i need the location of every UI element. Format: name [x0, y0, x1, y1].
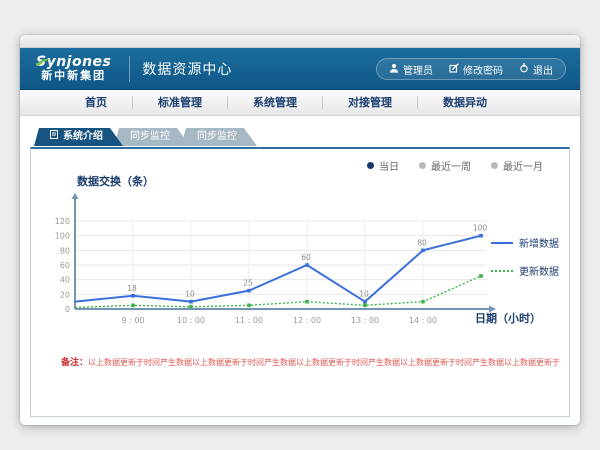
logout-label: 退出	[533, 62, 553, 77]
company-logo: Synjones 新中新集团	[30, 55, 117, 82]
data-point	[421, 249, 425, 253]
logout-button[interactable]: 退出	[519, 62, 553, 77]
logo-text-cn: 新中新集团	[36, 70, 111, 82]
svg-text:0: 0	[65, 305, 70, 314]
data-label: 100	[473, 224, 488, 233]
header-divider	[129, 56, 130, 82]
data-point	[189, 305, 193, 309]
radio-today[interactable]: 当日	[367, 158, 399, 173]
data-point	[131, 294, 135, 298]
tab-sync-monitor-1[interactable]: 同步监控	[114, 128, 190, 146]
data-point	[131, 304, 135, 308]
green-dotted-swatch	[491, 270, 513, 272]
legend-item-new-data: 新增数据	[491, 235, 559, 250]
chart-panel: 当日 最近一周 最近一月 数据交换（条） 0 20 40 60 80 100 120 9 : …	[30, 147, 570, 417]
tab-bar: 系统介绍 同步监控 同步监控	[34, 128, 580, 146]
svg-text:40: 40	[60, 276, 70, 285]
radio-dot	[419, 162, 426, 169]
blue-line-swatch	[491, 242, 513, 244]
data-point	[247, 304, 251, 308]
chart-area: 0 20 40 60 80 100 120 9 : 00 10 : 00 11 : 00 12 : …	[47, 191, 525, 347]
radio-last-month-label: 最近一月	[503, 158, 543, 173]
data-point	[305, 263, 309, 267]
svg-text:13 : 00: 13 : 00	[351, 316, 379, 325]
data-point	[421, 300, 425, 304]
change-password-label: 修改密码	[463, 62, 503, 77]
data-point	[363, 300, 367, 304]
svg-text:10 : 00: 10 : 00	[177, 316, 205, 325]
tab-system-intro-label: 系统介绍	[63, 128, 103, 146]
svg-text:12 : 00: 12 : 00	[293, 316, 321, 325]
data-point	[189, 300, 193, 304]
leaf-icon	[36, 52, 52, 70]
power-icon	[519, 63, 529, 76]
page-title: 数据资源中心	[142, 59, 232, 79]
svg-text:9 : 00: 9 : 00	[121, 316, 144, 325]
tab-system-intro[interactable]: 系统介绍	[34, 128, 123, 146]
app-header: Synjones 新中新集团 数据资源中心 管理员 修改密码	[20, 48, 580, 90]
radio-dot-selected	[367, 162, 374, 169]
nav-item-docking[interactable]: 对接管理	[323, 96, 418, 109]
window-chrome-strip	[20, 35, 580, 48]
data-label: 10	[359, 290, 369, 299]
svg-text:60: 60	[60, 261, 70, 270]
data-label: 25	[243, 279, 253, 288]
chart-legend: 新增数据 更新数据	[491, 235, 559, 278]
data-label: 80	[417, 238, 427, 247]
svg-text:100: 100	[55, 232, 70, 241]
tab-sync-monitor-1-label: 同步监控	[130, 128, 170, 146]
radio-last-month[interactable]: 最近一月	[491, 158, 543, 173]
footer-note: 备注：以上数据更新于时间产生数据以上数据更新于时间产生数据以上数据更新于时间产生…	[61, 355, 560, 368]
edit-icon	[449, 63, 459, 76]
main-nav: 首页 标准管理 系统管理 对接管理 数据异动	[20, 90, 580, 116]
user-menu-admin[interactable]: 管理员	[389, 62, 433, 77]
nav-item-system[interactable]: 系统管理	[228, 96, 323, 109]
nav-item-standard[interactable]: 标准管理	[133, 96, 228, 109]
tab-sync-monitor-2[interactable]: 同步监控	[181, 128, 257, 146]
data-point	[363, 304, 367, 308]
chart-svg: 0 20 40 60 80 100 120 9 : 00 10 : 00 11 : 00 12 : …	[47, 191, 525, 343]
data-label: 10	[185, 290, 195, 299]
legend-label-updated-data: 更新数据	[519, 263, 559, 278]
user-menu-admin-label: 管理员	[403, 62, 433, 77]
footer-note-text: 以上数据更新于时间产生数据以上数据更新于时间产生数据以上数据更新于时间产生数据以…	[88, 358, 560, 367]
user-bar: 管理员 修改密码 退出	[376, 58, 566, 80]
data-point	[247, 289, 251, 293]
radio-last-week-label: 最近一周	[431, 158, 471, 173]
svg-text:120: 120	[55, 217, 70, 226]
footer-note-label: 备注：	[61, 358, 88, 368]
radio-last-week[interactable]: 最近一周	[419, 158, 471, 173]
data-label: 18	[127, 284, 137, 293]
document-icon	[50, 128, 58, 146]
page: { "header": { "logo_en": "Synjones", "lo…	[0, 0, 600, 450]
nav-item-home[interactable]: 首页	[60, 96, 133, 109]
app-window: Synjones 新中新集团 数据资源中心 管理员 修改密码	[20, 35, 580, 425]
svg-text:20: 20	[60, 290, 70, 299]
y-axis-title: 数据交换（条）	[77, 173, 154, 189]
data-point	[305, 300, 309, 304]
nav-item-datachange[interactable]: 数据异动	[418, 96, 512, 109]
data-point	[479, 234, 483, 238]
change-password-button[interactable]: 修改密码	[449, 62, 503, 77]
legend-label-new-data: 新增数据	[519, 235, 559, 250]
legend-item-updated-data: 更新数据	[491, 263, 559, 278]
svg-text:80: 80	[60, 246, 70, 255]
user-icon	[389, 63, 399, 76]
data-label: 60	[301, 253, 311, 262]
tab-sync-monitor-2-label: 同步监控	[197, 128, 237, 146]
x-axis-title: 日期（小时）	[475, 310, 541, 326]
time-range-filter: 当日 最近一周 最近一月	[367, 158, 543, 173]
svg-text:11 : 00: 11 : 00	[235, 316, 263, 325]
svg-text:14 : 00: 14 : 00	[409, 316, 437, 325]
radio-dot	[491, 162, 498, 169]
data-point	[479, 274, 483, 278]
radio-today-label: 当日	[379, 158, 399, 173]
